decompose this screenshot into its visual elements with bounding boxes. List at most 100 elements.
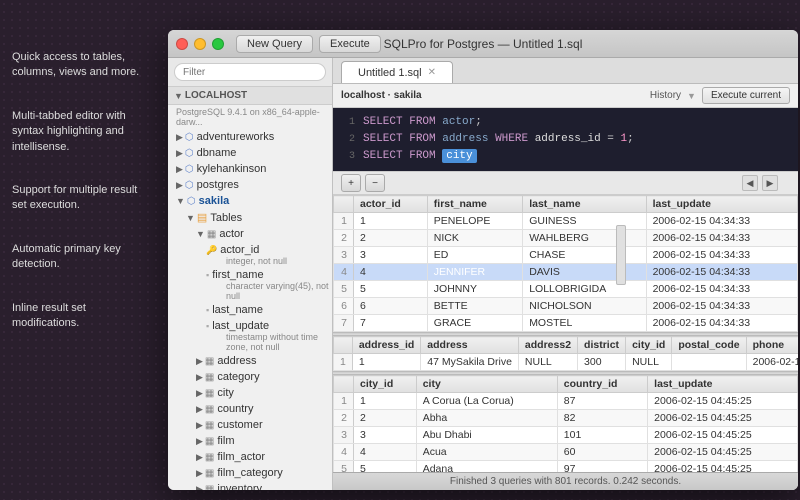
table-cell[interactable]: 2006-02-15 04:45:25 (648, 410, 798, 427)
table-cell[interactable]: 4 (354, 444, 417, 461)
table-cell[interactable]: WAHLBERG (523, 230, 646, 247)
db-postgres[interactable]: ⬡ postgres (168, 177, 332, 193)
table-cell[interactable]: 6 (354, 298, 428, 315)
table-cell[interactable]: 5 (354, 281, 428, 298)
city-col-header-city-id[interactable]: city_id (354, 376, 417, 393)
table-cell[interactable]: 2006-02-15 04:45:25 (648, 393, 798, 410)
search-input[interactable] (174, 63, 326, 81)
table-category[interactable]: ▦ category (168, 369, 332, 385)
addr-col-header-city-id[interactable]: city_id (626, 337, 672, 354)
code-editor[interactable]: 1 SELECT FROM actor; 2 SELECT FROM addre… (333, 108, 798, 171)
table-cell[interactable]: 2006-02-15 04:34:33 (646, 298, 797, 315)
col-last-name[interactable]: ▪ last_name (168, 302, 332, 318)
table-country[interactable]: ▦ country (168, 401, 332, 417)
table-actor[interactable]: ▦ actor (168, 226, 332, 242)
table-customer[interactable]: ▦ customer (168, 417, 332, 433)
table-film-category[interactable]: ▦ film_category (168, 465, 332, 481)
minimize-button[interactable] (194, 38, 206, 50)
table-cell[interactable]: GUINESS (523, 213, 646, 230)
table-film[interactable]: ▦ film (168, 433, 332, 449)
table-cell[interactable]: 3 (354, 427, 417, 444)
table-cell[interactable]: 1 (354, 213, 428, 230)
tab-untitled[interactable]: Untitled 1.sql ✕ (341, 61, 453, 83)
table-cell[interactable]: 3 (354, 247, 428, 264)
table-cell[interactable]: 87 (557, 393, 647, 410)
new-query-button[interactable]: New Query (236, 35, 313, 53)
table-cell[interactable]: MOSTEL (523, 315, 646, 332)
table-row[interactable]: 11A Corua (La Corua)872006-02-15 04:45:2… (334, 393, 798, 410)
table-cell[interactable]: CHASE (523, 247, 646, 264)
table-cell[interactable]: 1 (354, 393, 417, 410)
table-row[interactable]: 44JENNIFERDAVIS2006-02-15 04:34:33 (334, 264, 798, 281)
table-cell[interactable]: NULL (518, 354, 577, 371)
db-kylehankinson[interactable]: ⬡ kylehankinson (168, 161, 332, 177)
table-address[interactable]: ▦ address (168, 353, 332, 369)
addr-col-header-postal[interactable]: postal_code (672, 337, 746, 354)
table-cell[interactable]: 2 (354, 230, 428, 247)
server-header[interactable]: LOCALHOST (168, 87, 332, 105)
db-dbname[interactable]: ⬡ dbname (168, 145, 332, 161)
table-cell[interactable]: GRACE (427, 315, 522, 332)
table-cell[interactable]: Acua (416, 444, 557, 461)
table-cell[interactable]: 2006-02-15 04:45:25 (648, 444, 798, 461)
table-cell[interactable]: JOHNNY (427, 281, 522, 298)
table-row[interactable]: 55JOHNNYLOLLOBRIGIDA2006-02-15 04:34:33 (334, 281, 798, 298)
table-city[interactable]: ▦ city (168, 385, 332, 401)
table-cell[interactable]: BETTE (427, 298, 522, 315)
table-row[interactable]: 22Abha822006-02-15 04:45:25 (334, 410, 798, 427)
table-cell[interactable]: 2006-02-15 04:34:33 (646, 315, 797, 332)
table-cell[interactable]: 5 (354, 461, 417, 473)
table-film-actor[interactable]: ▦ film_actor (168, 449, 332, 465)
table-row[interactable]: 66BETTENICHOLSON2006-02-15 04:34:33 (334, 298, 798, 315)
table-cell[interactable]: 300 (578, 354, 626, 371)
db-adventureworks[interactable]: ⬡ adventureworks (168, 129, 332, 145)
table-row[interactable]: 11PENELOPEGUINESS2006-02-15 04:34:33 (334, 213, 798, 230)
table-row[interactable]: 33Abu Dhabi1012006-02-15 04:45:25 (334, 427, 798, 444)
remove-row-button[interactable]: − (365, 174, 385, 192)
table-cell[interactable]: NICHOLSON (523, 298, 646, 315)
table-cell[interactable]: Adana (416, 461, 557, 473)
table-cell[interactable]: 1 (352, 354, 420, 371)
table-cell[interactable]: 60 (557, 444, 647, 461)
table-cell[interactable]: 2006-02-15 04:34:33 (646, 281, 797, 298)
city-col-header-city[interactable]: city (416, 376, 557, 393)
table-cell[interactable]: DAVIS (523, 264, 646, 281)
table-cell[interactable]: 97 (557, 461, 647, 473)
table-cell[interactable]: 2006-02-15 04:34:33 (646, 247, 797, 264)
tab-close-icon[interactable]: ✕ (428, 67, 436, 78)
db-sakila[interactable]: ⬡ sakila (168, 193, 332, 209)
table-cell[interactable]: 4 (354, 264, 428, 281)
col-header-last-update[interactable]: last_update (646, 196, 797, 213)
table-cell[interactable]: 2006-02-15 04:34:33 (646, 213, 797, 230)
results-container[interactable]: actor_id first_name last_name last_updat… (333, 195, 798, 472)
table-cell[interactable]: 7 (354, 315, 428, 332)
addr-col-header-phone[interactable]: phone (746, 337, 798, 354)
scroll-right-button[interactable]: ▶ (762, 175, 778, 191)
addr-col-header-address2[interactable]: address2 (518, 337, 577, 354)
table-row[interactable]: 55Adana972006-02-15 04:45:25 (334, 461, 798, 473)
table-cell[interactable] (672, 354, 746, 371)
table-cell[interactable]: 47 MySakila Drive (421, 354, 519, 371)
table-cell[interactable]: Abha (416, 410, 557, 427)
table-cell[interactable]: 2006-02-15 04:45:25 (648, 461, 798, 473)
table-row[interactable]: 44Acua602006-02-15 04:45:25 (334, 444, 798, 461)
vertical-scrollbar[interactable] (616, 225, 626, 285)
table-cell[interactable]: LOLLOBRIGIDA (523, 281, 646, 298)
table-row[interactable]: 22NICKWAHLBERG2006-02-15 04:34:33 (334, 230, 798, 247)
col-header-first-name[interactable]: first_name (427, 196, 522, 213)
addr-col-header-address[interactable]: address (421, 337, 519, 354)
table-cell[interactable]: NICK (427, 230, 522, 247)
col-header-last-name[interactable]: last_name (523, 196, 646, 213)
table-cell[interactable]: NULL (626, 354, 672, 371)
scroll-left-button[interactable]: ◀ (742, 175, 758, 191)
table-inventory[interactable]: ▦ inventory (168, 481, 332, 490)
table-cell[interactable]: 101 (557, 427, 647, 444)
table-row[interactable]: 1147 MySakila DriveNULL300NULL2006-02-15… (334, 354, 799, 371)
table-cell[interactable]: 2006-02-15 04:34:33 (646, 230, 797, 247)
history-button[interactable]: History (650, 90, 681, 101)
table-row[interactable]: 77GRACEMOSTEL2006-02-15 04:34:33 (334, 315, 798, 332)
addr-col-header-address-id[interactable]: address_id (352, 337, 420, 354)
table-cell[interactable]: 82 (557, 410, 647, 427)
table-cell[interactable]: ED (427, 247, 522, 264)
city-col-header-last-update[interactable]: last_update (648, 376, 798, 393)
